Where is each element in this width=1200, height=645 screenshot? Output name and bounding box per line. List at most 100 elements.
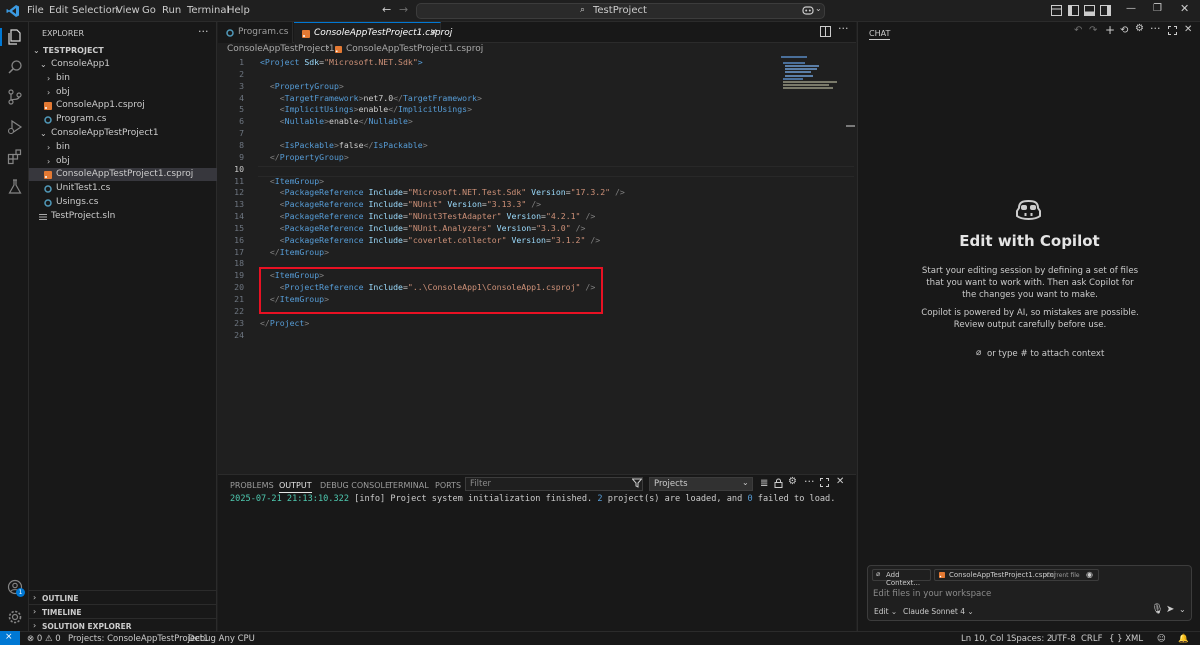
testing-icon[interactable] [7,179,23,195]
timeline-section[interactable]: › TIMELINE [29,604,216,617]
undo-icon[interactable]: ↶ [1074,25,1082,36]
close-panel-icon[interactable]: ✕ [836,476,844,487]
tab-program-cs[interactable]: Program.cs [218,22,293,43]
gear-icon[interactable]: ⚙ [1135,23,1144,34]
eye-icon[interactable]: ◉ [1086,570,1093,579]
new-chat-icon[interactable]: + [1105,23,1115,37]
debug-config-status[interactable]: Debug Any CPU [188,634,255,644]
code-line[interactable]: 2 [218,68,778,80]
manage-gear-icon[interactable] [7,609,23,625]
code-line[interactable]: 12 <PackageReference Include="Microsoft.… [218,186,778,198]
copilot-status-icon[interactable]: ☺ [1157,634,1166,644]
cursor-position-status[interactable]: Ln 10, Col 1 [961,634,1012,644]
language-status[interactable]: { } XML [1109,634,1143,644]
tree-item-unittest1-cs[interactable]: UnitTest1.cs [29,182,217,195]
tab-output[interactable]: OUTPUT [279,481,312,493]
code-line[interactable]: 15 <PackageReference Include="NUnit.Anal… [218,222,778,234]
restore-icon[interactable]: ❐ [1153,3,1162,14]
remote-indicator[interactable]: ⨯ [0,631,20,645]
copilot-dropdown-chevron-icon[interactable]: ⌄ [815,4,822,13]
close-chat-icon[interactable]: ✕ [1184,24,1192,35]
gear-icon[interactable]: ⚙ [788,476,797,487]
redo-icon[interactable]: ↷ [1089,25,1097,36]
tab-terminal[interactable]: TERMINAL [388,481,429,490]
notifications-bell-icon[interactable]: 🔔 [1178,634,1189,644]
solution-explorer-section[interactable]: › SOLUTION EXPLORER [29,618,216,631]
more-actions-icon[interactable]: ··· [804,475,815,488]
menu-view[interactable]: View [116,5,140,16]
extensions-icon[interactable] [7,149,23,165]
toggle-panel-icon[interactable] [1084,5,1095,16]
eol-status[interactable]: CRLF [1081,634,1102,644]
tab-debug-console[interactable]: DEBUG CONSOLE [320,481,390,490]
mode-picker[interactable]: Edit ⌄ [874,607,897,616]
code-line[interactable]: 24 [218,329,778,341]
close-window-icon[interactable]: ✕ [1180,2,1189,15]
command-center-search[interactable]: ⌕ TestProject [416,3,825,19]
indentation-status[interactable]: Spaces: 2 [1011,634,1052,644]
menu-terminal[interactable]: Terminal [187,5,229,16]
chat-input-box[interactable]: ⌀ Add Context... ConsoleAppTestProject1.… [867,565,1192,621]
output-channel-select[interactable]: Projects ⌄ [649,477,753,491]
tree-item-consoleapptestproject1[interactable]: ⌄ ConsoleAppTestProject1 [29,127,217,140]
code-line[interactable]: 9 </PropertyGroup> [218,151,778,163]
copilot-icon[interactable] [802,4,814,16]
tree-item-consoleapp1-csproj[interactable]: ConsoleApp1.csproj [29,99,217,112]
tree-item-bin-2[interactable]: › bin [29,141,217,154]
output-filter-input[interactable]: Filter [465,477,643,491]
search-view-icon[interactable] [7,59,23,75]
tree-item-program-cs[interactable]: Program.cs [29,113,217,126]
list-lines-icon[interactable]: ≣ [760,478,768,489]
model-picker[interactable]: Claude Sonnet 4 ⌄ [903,607,974,616]
tree-item-obj-2[interactable]: › obj [29,155,217,168]
toggle-primary-sidebar-icon[interactable] [1068,5,1079,16]
current-file-chip[interactable]: ConsoleAppTestProject1.csproj Current fi… [934,569,1099,581]
add-context-button[interactable]: ⌀ Add Context... [872,569,931,587]
more-actions-icon[interactable]: ··· [1150,22,1161,35]
code-line[interactable]: 7 [218,127,778,139]
vscode-logo-icon[interactable] [6,4,20,18]
tab-consoleapptestproject1-csproj[interactable]: ConsoleAppTestProject1.csproj ✕ [294,22,452,44]
menu-selection[interactable]: Selection [72,5,118,16]
explorer-icon[interactable] [7,29,23,45]
tree-item-testproject-sln[interactable]: TestProject.sln [29,210,217,223]
code-line[interactable]: 13 <PackageReference Include="NUnit" Ver… [218,198,778,210]
tab-problems[interactable]: PROBLEMS [230,481,274,490]
tree-root-testproject[interactable]: ⌄ TESTPROJECT [29,44,217,57]
back-arrow-icon[interactable]: ← [382,3,391,16]
minimize-icon[interactable]: — [1126,3,1136,14]
tree-item-obj[interactable]: › obj [29,86,217,99]
errors-status[interactable]: ⊗ 0 ⚠ 0 [27,634,61,644]
tree-item-consoleapptestproject1-csproj[interactable]: ConsoleAppTestProject1.csproj [29,168,217,181]
outline-section[interactable]: › OUTLINE [29,590,216,603]
maximize-chat-icon[interactable] [1168,26,1177,35]
minimap[interactable] [779,56,845,90]
forward-arrow-icon[interactable]: → [399,3,408,16]
lock-icon[interactable] [774,478,783,488]
more-actions-icon[interactable]: ··· [838,22,849,35]
accounts-icon[interactable]: 1 [7,579,25,597]
code-line[interactable]: 3 <PropertyGroup> [218,80,778,92]
filter-icon[interactable] [632,478,642,488]
code-line[interactable]: 23 </Project> [218,317,778,329]
breadcrumb-file[interactable]: ConsoleAppTestProject1.csproj [346,44,483,54]
breadcrumb-folder[interactable]: ConsoleAppTestProject1 [227,44,335,54]
source-control-icon[interactable] [7,89,23,105]
menu-go[interactable]: Go [142,5,156,16]
close-tab-icon[interactable]: ✕ [430,23,438,44]
toggle-secondary-sidebar-icon[interactable] [1100,5,1111,16]
tab-ports[interactable]: PORTS [435,481,461,490]
chat-header[interactable]: CHAT [869,29,891,40]
encoding-status[interactable]: UTF-8 [1051,634,1076,644]
history-icon[interactable]: ⟲ [1120,25,1128,36]
send-dropdown-chevron-icon[interactable]: ⌄ [1179,605,1186,614]
code-line[interactable]: 8 <IsPackable>false</IsPackable> [218,139,778,151]
menu-file[interactable]: File [27,5,44,16]
code-line[interactable]: 10 [218,163,778,175]
customize-layout-icon[interactable] [1051,5,1062,16]
code-line[interactable]: 4 <TargetFramework>net7.0</TargetFramewo… [218,92,778,104]
code-line[interactable]: 16 <PackageReference Include="coverlet.c… [218,234,778,246]
code-line[interactable]: 17 </ItemGroup> [218,246,778,258]
menu-run[interactable]: Run [162,5,181,16]
microphone-icon[interactable]: 🎙 [1151,604,1164,615]
